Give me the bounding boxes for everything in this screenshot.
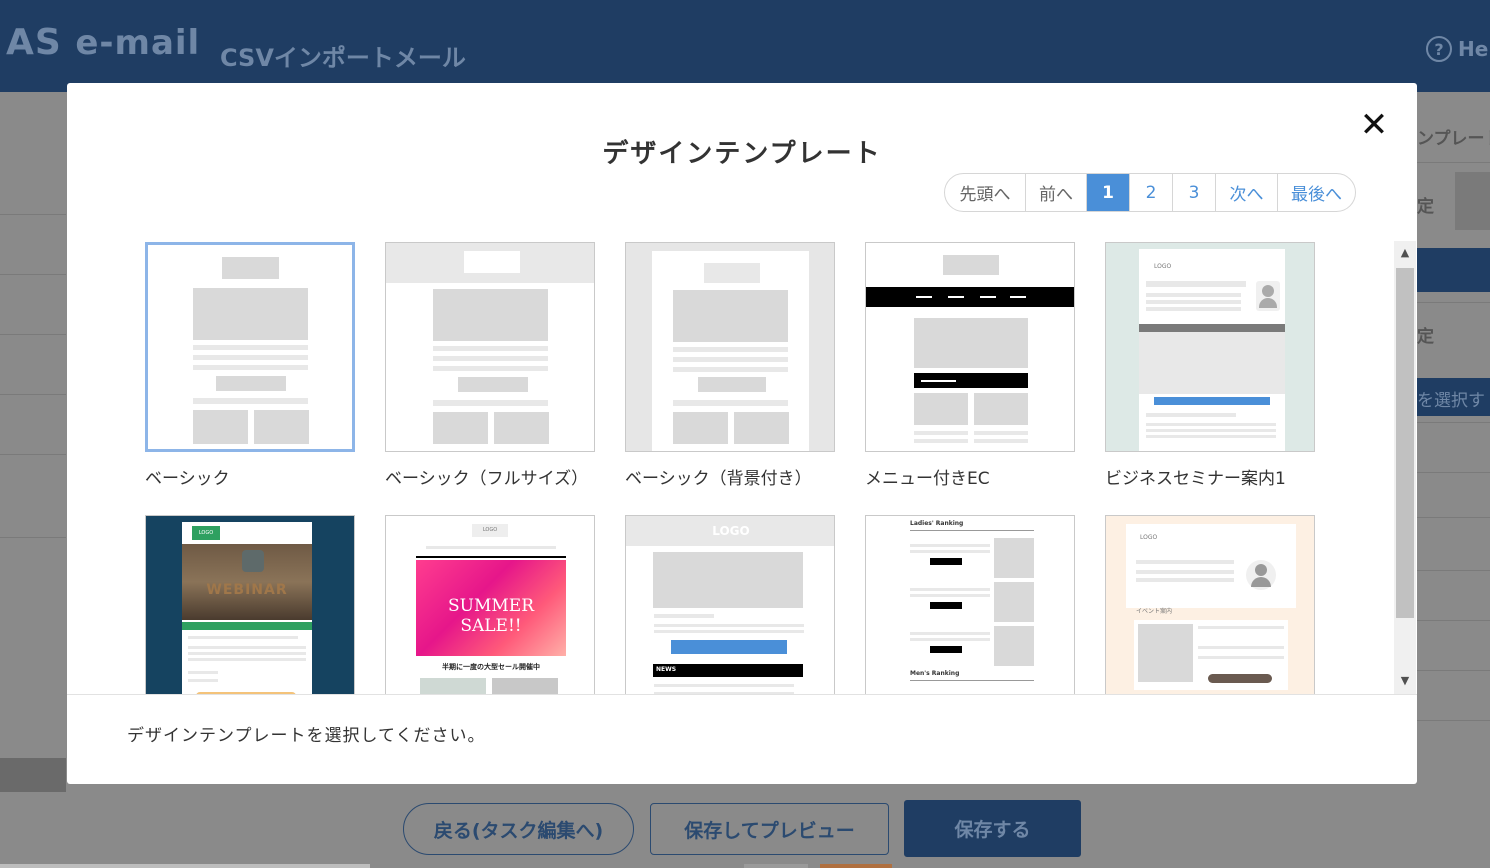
pagination-page-2[interactable]: 2 [1129,174,1172,211]
back-button[interactable]: 戻る(タスク編集へ) [403,803,634,855]
divider [1417,517,1490,518]
template-thumbnail [865,242,1075,452]
template-card-ranking[interactable]: Ladies' Ranking Men's Ranking [865,515,1075,694]
bg-right-select: を選択す [1417,378,1490,416]
divider [1417,422,1490,423]
template-thumbnail: Ladies' Ranking Men's Ranking [865,515,1075,694]
template-thumbnail: LOGO [1105,242,1315,452]
background-block [1455,172,1490,230]
template-card-business-seminar[interactable]: LOGO ビジネスセミナー案内1 [1105,242,1315,489]
divider [1417,620,1490,621]
pagination-first[interactable]: 先頭へ [945,174,1025,211]
template-thumbnail [145,242,355,452]
template-thumbnail: LOGO SUMMER SALE!! 半期に一度の大型セール開催中 [385,515,595,694]
page-title: CSVインポートメール [220,44,466,72]
template-thumbnail: LOGO WEBINAR [145,515,355,694]
divider [0,274,66,275]
template-label: ビジネスセミナー案内1 [1105,469,1286,489]
divider [1417,472,1490,473]
divider [0,214,66,215]
bottom-strip [0,864,370,868]
bg-right-item: 定 [1417,327,1434,347]
divider [1417,720,1490,721]
help-label: He [1458,37,1489,61]
background-block [0,758,66,792]
design-template-modal: ✕ デザインテンプレート 先頭へ 前へ 1 2 3 次へ 最後へ ベーシック ベ… [67,83,1417,784]
divider [0,537,66,538]
pagination-page-3[interactable]: 3 [1172,174,1215,211]
divider [1417,162,1490,163]
question-circle-icon: ? [1426,36,1452,62]
scroll-down-icon[interactable]: ▼ [1394,671,1416,691]
template-card-menu-ec[interactable]: メニュー付きEC [865,242,1075,489]
pagination: 先頭へ 前へ 1 2 3 次へ 最後へ [944,173,1356,212]
app-header: AS e-mail CSVインポートメール ? He [0,0,1490,92]
pagination-prev[interactable]: 前へ [1025,174,1086,211]
template-label: ベーシック（フルサイズ） [385,469,589,489]
divider [1417,570,1490,571]
background-right-panel: ンプレート 定 定 を選択す [1417,92,1490,792]
bg-right-item: ンプレート [1417,129,1490,149]
divider [0,394,66,395]
template-grid: ベーシック ベーシック（フルサイズ） ベーシック（背景付き） メニュー付きEC … [67,241,1392,694]
pagination-next[interactable]: 次へ [1215,174,1277,211]
save-preview-button[interactable]: 保存してプレビュー [650,803,889,855]
template-card-summer-sale[interactable]: LOGO SUMMER SALE!! 半期に一度の大型セール開催中 [385,515,595,694]
template-thumbnail [625,242,835,452]
save-button[interactable]: 保存する [904,800,1081,857]
template-thumbnail [385,242,595,452]
scrollbar-thumb[interactable] [1396,268,1414,618]
template-label: メニュー付きEC [865,469,990,489]
divider [67,694,1417,695]
template-card-webinar[interactable]: LOGO WEBINAR [145,515,355,694]
pagination-last[interactable]: 最後へ [1277,174,1355,211]
template-card-event[interactable]: LOGO イベント案内 [1105,515,1315,694]
pagination-page-1[interactable]: 1 [1086,174,1129,211]
template-card-news[interactable]: LOGO NEWS [625,515,835,694]
background-bar [1417,248,1490,292]
footer-message: デザインテンプレートを選択してください。 [127,726,486,746]
divider [0,454,66,455]
bottom-strip [820,864,892,868]
template-card-basic-background[interactable]: ベーシック（背景付き） [625,242,835,489]
divider [1417,670,1490,671]
template-label: ベーシック（背景付き） [625,469,812,489]
divider [1417,302,1490,303]
scroll-up-icon[interactable]: ▲ [1394,243,1416,263]
bottom-strip [744,864,808,868]
help-link[interactable]: ? He [1426,36,1488,62]
app-logo[interactable]: AS e-mail [6,22,200,63]
template-thumbnail: LOGO NEWS [625,515,835,694]
divider [0,334,66,335]
modal-title: デザインテンプレート [602,139,882,169]
template-label: ベーシック [145,469,230,489]
template-card-basic[interactable]: ベーシック [145,242,355,489]
template-card-basic-fullsize[interactable]: ベーシック（フルサイズ） [385,242,595,489]
template-thumbnail: LOGO イベント案内 [1105,515,1315,694]
